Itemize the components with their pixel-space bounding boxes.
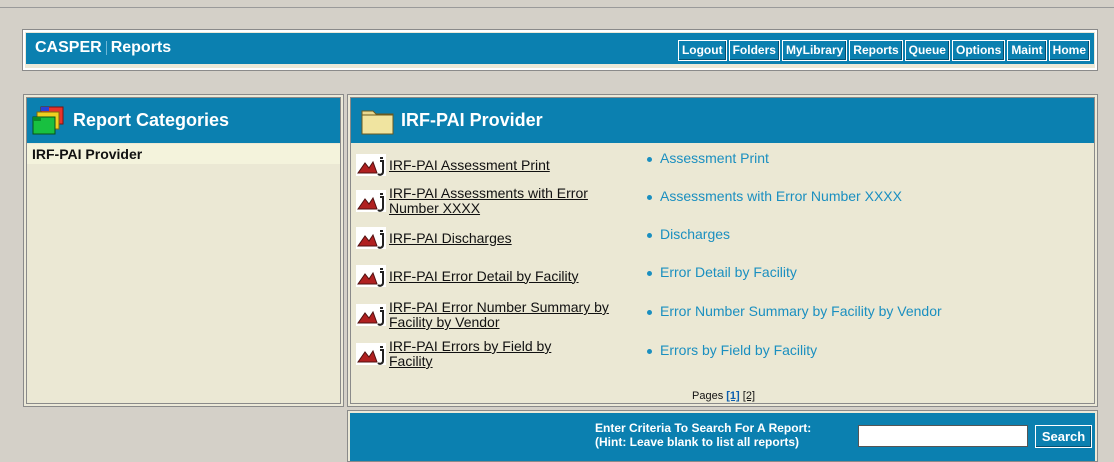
report-row: IRF-PAI Discharges (356, 227, 636, 249)
report-categories-title: Report Categories (73, 110, 230, 130)
provider-reports-panel: IRF-PAI Provider IRF-PAI Assessment Prin… (347, 94, 1098, 407)
report-search-panel: Enter Criteria To Search For A Report: (… (347, 410, 1098, 462)
nav-folders-button[interactable]: Folders (728, 40, 780, 61)
bullet-icon (647, 309, 652, 315)
app-title: CASPER Reports (35, 39, 171, 57)
bullet-icon (647, 156, 652, 162)
report-desc-item[interactable]: Discharges (647, 226, 730, 242)
nav-reports-button[interactable]: Reports (849, 40, 903, 61)
app-header: CASPER Reports Logout Folders MyLibrary R… (22, 29, 1098, 71)
search-button[interactable]: Search (1035, 425, 1092, 448)
nav-options-button[interactable]: Options (951, 40, 1006, 61)
report-desc-text: Discharges (660, 226, 731, 242)
report-link-assessments-with-error[interactable]: IRF-PAI Assessments with Error Number XX… (389, 186, 629, 216)
report-graph-icon (356, 190, 386, 212)
provider-reports-inner: IRF-PAI Provider IRF-PAI Assessment Prin… (350, 97, 1095, 404)
report-desc-text: Error Detail by Facility (660, 264, 797, 280)
report-desc-text: Errors by Field by Facility (660, 342, 818, 358)
search-input[interactable] (858, 425, 1028, 447)
search-label-line1: Enter Criteria To Search For A Report: (595, 421, 812, 435)
app-title-reports: Reports (110, 39, 172, 56)
provider-reports-title: IRF-PAI Provider (401, 110, 543, 130)
report-row: IRF-PAI Errors by Field by Facility (356, 339, 636, 369)
top-nav: Logout Folders MyLibrary Reports Queue O… (677, 40, 1090, 61)
folder-icon (361, 110, 394, 135)
report-categories-panel: Report Categories IRF-PAI Provider (23, 94, 344, 407)
bullet-icon (647, 270, 652, 276)
nav-maint-button[interactable]: Maint (1007, 40, 1047, 61)
report-row: IRF-PAI Error Detail by Facility (356, 265, 636, 287)
report-desc-item[interactable]: Assessments with Error Number XXXX (647, 188, 902, 204)
report-graph-icon (356, 343, 386, 365)
report-link-error-detail[interactable]: IRF-PAI Error Detail by Facility (389, 268, 579, 284)
pages-label: Pages (692, 390, 724, 402)
nav-mylibrary-button[interactable]: MyLibrary (781, 40, 848, 61)
report-graph-icon (356, 227, 386, 249)
report-categories-inner: Report Categories IRF-PAI Provider (26, 97, 341, 404)
report-row: IRF-PAI Assessment Print (356, 154, 636, 176)
search-label: Enter Criteria To Search For A Report: (… (595, 421, 811, 449)
report-search-bar: Enter Criteria To Search For A Report: (… (350, 413, 1095, 461)
report-row: IRF-PAI Error Number Summary by Facility… (356, 300, 636, 330)
report-categories-header: Report Categories (27, 98, 340, 143)
report-link-assessment-print[interactable]: IRF-PAI Assessment Print (389, 157, 550, 173)
report-link-discharges[interactable]: IRF-PAI Discharges (389, 230, 512, 246)
report-desc-item[interactable]: Assessment Print (647, 150, 769, 166)
report-desc-text: Error Number Summary by Facility by Vend… (660, 303, 942, 319)
report-desc-text: Assessment Print (660, 150, 769, 166)
nav-home-button[interactable]: Home (1048, 40, 1090, 61)
bullet-icon (647, 348, 652, 354)
report-row: IRF-PAI Assessments with Error Number XX… (356, 186, 636, 216)
header-bar: CASPER Reports Logout Folders MyLibrary R… (26, 33, 1094, 64)
report-graph-icon (356, 154, 386, 176)
report-desc-text: Assessments with Error Number XXXX (660, 188, 902, 204)
pagination: Pages [1] [2] (692, 390, 755, 402)
nav-queue-button[interactable]: Queue (904, 40, 950, 61)
page-1-link[interactable]: [1] (726, 390, 739, 402)
search-label-hint: (Hint: Leave blank to list all reports) (595, 435, 800, 449)
category-item-irf-pai-provider[interactable]: IRF-PAI Provider (27, 144, 340, 164)
provider-reports-header: IRF-PAI Provider (351, 98, 1094, 143)
title-separator (105, 40, 107, 55)
bullet-icon (647, 194, 652, 200)
app-title-casper: CASPER (35, 39, 102, 56)
report-graph-icon (356, 265, 386, 287)
folders-stack-icon (32, 106, 64, 135)
nav-logout-button[interactable]: Logout (677, 40, 727, 61)
report-link-error-number-summary[interactable]: IRF-PAI Error Number Summary by Facility… (389, 300, 629, 330)
bullet-icon (647, 232, 652, 238)
report-desc-item[interactable]: Error Detail by Facility (647, 264, 797, 280)
report-desc-item[interactable]: Error Number Summary by Facility by Vend… (647, 303, 942, 319)
report-graph-icon (356, 304, 386, 326)
window-top-border (0, 0, 1114, 8)
report-desc-item[interactable]: Errors by Field by Facility (647, 342, 817, 358)
page-2-link[interactable]: [2] (743, 390, 755, 402)
report-link-errors-by-field[interactable]: IRF-PAI Errors by Field by Facility (389, 339, 589, 369)
